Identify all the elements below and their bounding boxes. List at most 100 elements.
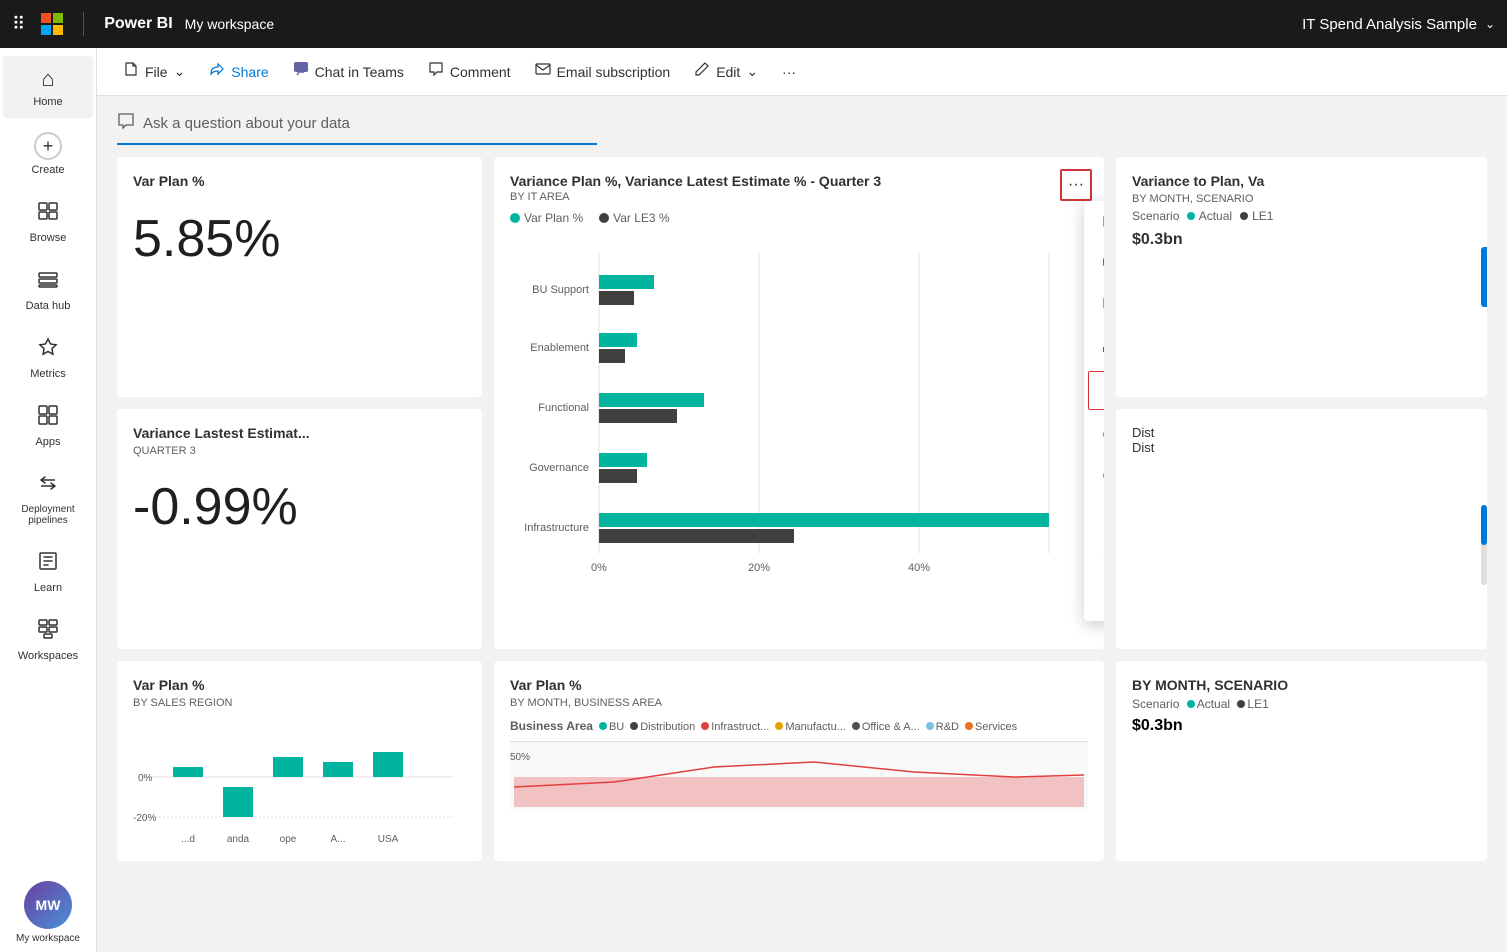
- var-plan-region-title: Var Plan %: [133, 677, 466, 693]
- svg-text:anda: anda: [227, 834, 250, 845]
- svg-text:A...: A...: [330, 834, 345, 845]
- more-options-button[interactable]: ···: [772, 58, 806, 86]
- legend-varle3-label: Var LE3 %: [613, 211, 669, 225]
- comment-icon: [428, 61, 444, 82]
- month-chart-area: 50%: [510, 741, 1088, 811]
- comment-button[interactable]: Comment: [418, 55, 521, 88]
- learn-icon: [37, 550, 59, 578]
- var-plan-region-card: Var Plan % BY SALES REGION 0% -20% ...d …: [117, 661, 482, 861]
- sidebar-home-label: Home: [33, 96, 62, 108]
- variance-latest-subtitle: QUARTER 3: [133, 445, 466, 457]
- svg-text:BU Support: BU Support: [532, 284, 589, 296]
- svg-text:ope: ope: [280, 834, 297, 845]
- menu-add-comment[interactable]: Add a comment: [1084, 205, 1104, 246]
- share-label: Share: [231, 64, 268, 80]
- legend-varplan-label: Var Plan %: [524, 211, 583, 225]
- sidebar-item-home[interactable]: ⌂ Home: [3, 56, 93, 118]
- svg-text:Functional: Functional: [538, 402, 589, 414]
- sidebar-item-create[interactable]: + Create: [3, 122, 93, 186]
- email-button[interactable]: Email subscription: [525, 55, 681, 88]
- workspace-label[interactable]: My workspace: [185, 16, 274, 32]
- edit-icon: [694, 61, 710, 82]
- chat-button[interactable]: Chat in Teams: [283, 55, 414, 88]
- sidebar-item-browse[interactable]: Browse: [3, 190, 93, 254]
- var-plan-card: Var Plan % 5.85%: [117, 157, 482, 397]
- partial-scenario-label: Scenario Actual LE1: [1132, 697, 1471, 711]
- sidebar-my-workspace[interactable]: MW My workspace: [16, 881, 80, 944]
- dots-icon[interactable]: ⠿: [12, 14, 25, 35]
- file-button[interactable]: File ⌄: [113, 55, 195, 88]
- sidebar-learn-label: Learn: [34, 582, 62, 594]
- dashboard-grid: Var Plan % 5.85% Variance Plan %, Varian…: [97, 157, 1507, 881]
- menu-go-report[interactable]: Go to report: [1084, 328, 1104, 369]
- sidebar-apps-label: Apps: [35, 436, 60, 448]
- report-title[interactable]: IT Spend Analysis Sample: [1302, 16, 1477, 33]
- var-plan-value: 5.85%: [133, 209, 466, 269]
- menu-view-insights[interactable]: View insights: [1084, 494, 1104, 535]
- edit-chevron: ⌄: [746, 63, 758, 80]
- menu-export-csv[interactable]: Export to .csv: [1084, 412, 1104, 453]
- partial-bottom-right: BY MONTH, SCENARIO Scenario Actual LE1 $…: [1116, 661, 1487, 861]
- business-area-label: Business Area: [510, 719, 593, 733]
- sidebar-item-metrics[interactable]: Metrics: [3, 326, 93, 390]
- menu-focus-mode[interactable]: Open in focus mode: [1088, 371, 1104, 410]
- sidebar-item-workspaces[interactable]: Workspaces: [3, 608, 93, 672]
- email-icon: [535, 61, 551, 82]
- avatar: MW: [24, 881, 72, 929]
- legend-varplan-dot: [510, 213, 520, 223]
- export-csv-icon: [1100, 422, 1104, 443]
- region-chart-svg: 0% -20% ...d anda ope A... USA: [133, 717, 463, 847]
- var-plan-month-title: Var Plan %: [510, 677, 1088, 693]
- browse-icon: [37, 200, 59, 228]
- svg-text:40%: 40%: [908, 562, 930, 574]
- bar-chart-card: Variance Plan %, Variance Latest Estimat…: [494, 157, 1104, 649]
- view-insights-icon: [1100, 504, 1104, 525]
- legend-varle3-dot: [599, 213, 609, 223]
- bar-chart-subtitle: BY IT AREA: [510, 191, 1088, 203]
- dist-label: Dist: [1132, 425, 1471, 440]
- share-button[interactable]: Share: [199, 55, 278, 88]
- legend-mfg: Manufactu...: [775, 717, 846, 735]
- ask-bar-text: Ask a question about your data: [143, 115, 350, 132]
- menu-delete-tile[interactable]: Delete tile: [1084, 576, 1104, 617]
- context-menu: Add a comment Chat in Teams Copy visual …: [1084, 201, 1104, 621]
- create-icon: +: [34, 132, 62, 160]
- email-label: Email subscription: [557, 64, 671, 80]
- top-navigation: ⠿ Power BI My workspace IT Spend Analysi…: [0, 0, 1507, 48]
- menu-copy-visual[interactable]: Copy visual as image: [1084, 287, 1104, 328]
- edit-button[interactable]: Edit ⌄: [684, 55, 768, 88]
- variance-latest-value: -0.99%: [133, 477, 466, 537]
- sidebar-item-datahub[interactable]: Data hub: [3, 258, 93, 322]
- microsoft-logo: [41, 13, 63, 35]
- edit-label: Edit: [716, 64, 740, 80]
- copy-visual-icon: [1100, 297, 1104, 318]
- variance-latest-title: Variance Lastest Estimat...: [133, 425, 466, 441]
- sidebar-item-deployment[interactable]: Deployment pipelines: [3, 462, 93, 536]
- pin-tile-icon: [1100, 545, 1104, 566]
- edit-details-icon: [1100, 463, 1104, 484]
- sidebar: ⌂ Home + Create Browse Data hub Metrics …: [0, 48, 97, 952]
- home-icon: ⌂: [41, 66, 54, 92]
- legend-services: Services: [965, 717, 1017, 735]
- workspaces-icon: [37, 618, 59, 646]
- sidebar-metrics-label: Metrics: [30, 368, 65, 380]
- menu-chat-teams[interactable]: Chat in Teams: [1084, 246, 1104, 287]
- legend-rd: R&D: [926, 717, 959, 735]
- sidebar-item-apps[interactable]: Apps: [3, 394, 93, 458]
- more-button[interactable]: ···: [1060, 169, 1092, 201]
- report-title-chevron[interactable]: ⌄: [1485, 17, 1495, 31]
- chat-teams-icon: [1100, 256, 1104, 277]
- menu-edit-details[interactable]: Edit details: [1084, 453, 1104, 494]
- legend-varplan: Var Plan %: [510, 211, 583, 225]
- var-plan-region-subtitle: BY SALES REGION: [133, 697, 466, 709]
- sidebar-item-learn[interactable]: Learn: [3, 540, 93, 604]
- sidebar-create-label: Create: [31, 164, 64, 176]
- svg-text:...d: ...d: [181, 834, 195, 845]
- metrics-icon: [37, 336, 59, 364]
- ask-question-bar[interactable]: Ask a question about your data: [117, 112, 597, 145]
- menu-pin-tile[interactable]: Pin tile: [1084, 535, 1104, 576]
- chat-label: Chat in Teams: [315, 64, 404, 80]
- svg-text:-20%: -20%: [133, 813, 156, 824]
- variance-scenario-label: Scenario Actual LE1: [1132, 209, 1487, 223]
- share-icon: [209, 61, 225, 82]
